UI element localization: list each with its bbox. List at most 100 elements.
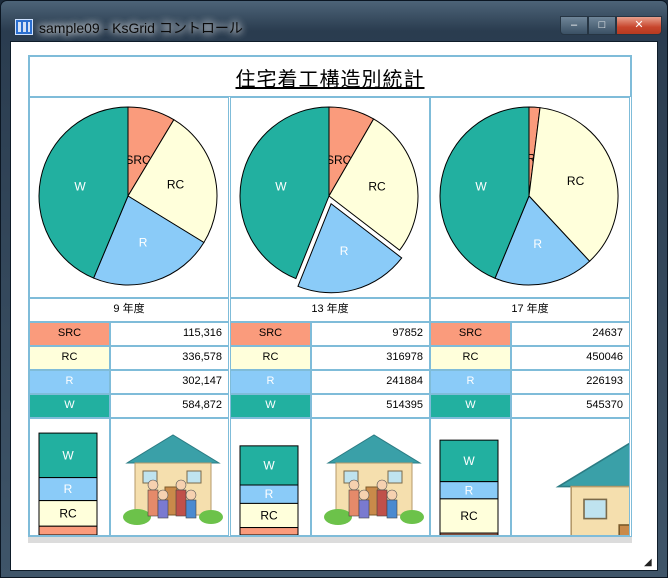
horizontal-scrollbar[interactable] [28, 537, 632, 543]
year-label-cell[interactable]: 9 年度 [29, 298, 229, 322]
person-body [348, 489, 360, 517]
value-text: 514395 [386, 399, 423, 411]
category-cell-src[interactable]: SRC [230, 322, 311, 346]
category-cell-r[interactable]: R [230, 370, 311, 394]
house-door [618, 524, 629, 535]
value-cell[interactable]: 115,316 [110, 322, 229, 346]
category-label: RC [61, 351, 78, 363]
pie-label: W [74, 179, 86, 193]
bar-label: W [263, 458, 275, 472]
year-label: 17 年度 [511, 303, 549, 315]
minimize-button[interactable]: – [560, 16, 588, 35]
category-label: SRC [458, 327, 483, 339]
category-label: R [65, 375, 74, 387]
pie-chart-cell[interactable]: SRC RC R W [430, 97, 630, 298]
value-cell[interactable]: 241884 [311, 370, 430, 394]
bar-segment-src [439, 532, 499, 535]
grid-title-cell[interactable]: 住宅着工構造別統計 [29, 56, 631, 97]
person-head [185, 489, 197, 501]
bar-label: RC [460, 509, 478, 523]
pie-chart: SRCRCRW [239, 106, 419, 294]
value-cell[interactable]: 545370 [511, 394, 630, 418]
bush-shape [400, 510, 424, 524]
pie-label: R [533, 237, 542, 251]
roof-shape [125, 434, 221, 464]
pie-chart-cell[interactable]: SRC RC R W [230, 97, 430, 298]
category-cell-rc[interactable]: RC [430, 346, 511, 370]
pie-label: RC [567, 174, 585, 188]
pie-label: R [340, 244, 349, 258]
category-cell-w[interactable]: W [230, 394, 311, 418]
resize-grip-icon[interactable]: ◢ [644, 558, 654, 568]
bush-shape [324, 509, 352, 525]
bar-segment-src [38, 525, 98, 535]
ksgrid[interactable]: 住宅着工構造別統計 SRC RC R W 9 年度 SRC 115,316 RC 336,578… [28, 55, 632, 537]
person-body [175, 489, 187, 517]
maximize-button[interactable]: □ [588, 16, 616, 35]
grid-app-icon[interactable] [15, 19, 33, 35]
category-label: SRC [258, 327, 283, 339]
pie-chart-cell[interactable]: SRC RC R W [29, 97, 229, 298]
category-cell-r[interactable]: R [29, 370, 110, 394]
value-text: 545370 [586, 399, 623, 411]
roof-shape [555, 442, 629, 488]
stacked-bar-cell[interactable]: W R RC [230, 418, 311, 536]
value-text: 24637 [592, 327, 623, 339]
category-cell-rc[interactable]: RC [29, 346, 110, 370]
house-family-illustration [324, 434, 424, 525]
value-cell[interactable]: 226193 [511, 370, 630, 394]
value-cell[interactable]: 302,147 [110, 370, 229, 394]
pie-label: W [275, 180, 287, 194]
value-text: 97852 [392, 327, 423, 339]
category-cell-rc[interactable]: RC [230, 346, 311, 370]
bush-shape [123, 509, 151, 525]
value-cell[interactable]: 24637 [511, 322, 630, 346]
value-cell[interactable]: 514395 [311, 394, 430, 418]
bar-label: W [463, 454, 475, 468]
person-body [358, 499, 370, 519]
illustration-cell[interactable] [311, 418, 430, 536]
app-window: sample09 - KsGrid コントロール – □ ✕ 住宅着工構造別統計… [0, 0, 668, 578]
category-cell-w[interactable]: W [29, 394, 110, 418]
person-body [386, 499, 398, 519]
category-label: W [465, 399, 476, 411]
person-head [358, 489, 370, 501]
value-text: 336,578 [182, 351, 222, 363]
close-button[interactable]: ✕ [616, 16, 662, 35]
value-text: 302,147 [182, 375, 222, 387]
person-body [376, 489, 388, 517]
year-label-cell[interactable]: 17 年度 [430, 298, 630, 322]
category-label: W [64, 399, 75, 411]
bar-label: R [64, 482, 73, 496]
value-cell[interactable]: 584,872 [110, 394, 229, 418]
category-label: SRC [57, 327, 82, 339]
title-bar[interactable]: sample09 - KsGrid コントロール – □ ✕ [1, 1, 667, 41]
person-head [348, 479, 360, 491]
value-cell[interactable]: 336,578 [110, 346, 229, 370]
person-head [175, 479, 187, 491]
client-area: 住宅着工構造別統計 SRC RC R W 9 年度 SRC 115,316 RC 336,578… [10, 41, 658, 571]
bush-shape [199, 510, 223, 524]
year-label-cell[interactable]: 13 年度 [230, 298, 430, 322]
person-body [157, 499, 169, 519]
house-window [583, 498, 608, 520]
category-cell-r[interactable]: R [430, 370, 511, 394]
year-label: 13 年度 [311, 303, 349, 315]
category-cell-src[interactable]: SRC [29, 322, 110, 346]
bar-label: R [265, 487, 274, 501]
value-cell[interactable]: 97852 [311, 322, 430, 346]
category-cell-w[interactable]: W [430, 394, 511, 418]
value-cell[interactable]: 450046 [511, 346, 630, 370]
category-label: RC [462, 351, 479, 363]
roof-shape [326, 434, 422, 464]
stacked-bar-cell[interactable]: W R RC [29, 418, 110, 536]
stacked-bar-cell[interactable]: W R RC [430, 418, 511, 536]
house-window [186, 470, 202, 484]
illustration-cell[interactable] [511, 418, 630, 536]
value-cell[interactable]: 316978 [311, 346, 430, 370]
value-text: 241884 [386, 375, 423, 387]
category-cell-src[interactable]: SRC [430, 322, 511, 346]
value-text: 316978 [386, 351, 423, 363]
pie-label: RC [167, 177, 185, 191]
illustration-cell[interactable] [110, 418, 229, 536]
